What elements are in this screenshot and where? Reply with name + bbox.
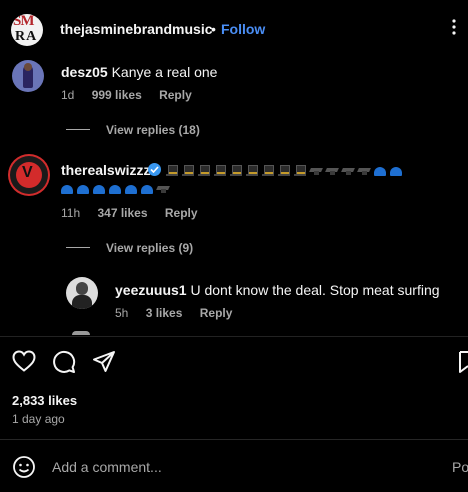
avatar-body bbox=[72, 295, 92, 309]
blue-cap-icon bbox=[109, 185, 121, 195]
view-replies-button[interactable]: View replies (18) bbox=[106, 123, 200, 137]
comment-likes[interactable]: 999 likes bbox=[92, 88, 142, 102]
commenter-avatar[interactable] bbox=[12, 60, 44, 92]
account-username[interactable]: thejasminebrandmusic bbox=[60, 21, 213, 37]
blue-cap-icon bbox=[374, 167, 386, 177]
graduation-cap-icon bbox=[157, 183, 169, 195]
reply-button[interactable]: Reply bbox=[159, 88, 192, 102]
blue-cap-icon bbox=[61, 185, 73, 195]
emoji-row bbox=[166, 163, 406, 177]
divider bbox=[0, 439, 468, 440]
graduation-cap-icon bbox=[326, 165, 338, 177]
thread-line bbox=[66, 129, 90, 130]
reply-button[interactable]: Reply bbox=[200, 306, 233, 320]
top-hat-icon bbox=[214, 164, 226, 177]
top-hat-icon bbox=[246, 164, 258, 177]
avatar-head bbox=[76, 282, 88, 295]
verified-badge-icon bbox=[148, 163, 161, 176]
reply-button[interactable]: Reply bbox=[165, 206, 198, 220]
replier-avatar[interactable] bbox=[66, 277, 98, 309]
reply-meta: 5h 3 likes Reply bbox=[115, 306, 246, 320]
thread-line bbox=[66, 247, 90, 248]
comment-input[interactable] bbox=[52, 458, 432, 476]
bookmark-icon[interactable] bbox=[458, 350, 468, 377]
comment-username[interactable]: therealswizzz bbox=[61, 162, 150, 178]
post-time: 1 day ago bbox=[12, 412, 65, 426]
graduation-cap-icon bbox=[310, 165, 322, 177]
logo-text-bottom: RA bbox=[15, 29, 38, 44]
logo-text-top: SM bbox=[13, 14, 34, 29]
blue-cap-icon bbox=[77, 185, 89, 195]
top-hat-icon bbox=[230, 164, 242, 177]
comment-meta: 1d 999 likes Reply bbox=[61, 88, 206, 102]
graduation-cap-icon bbox=[342, 165, 354, 177]
post-header: SM RA thejasminebrandmusic • Follow bbox=[0, 0, 468, 60]
share-icon[interactable] bbox=[92, 350, 116, 377]
next-avatar-partial bbox=[72, 331, 90, 335]
reply-body: yeezuuus1 U dont know the deal. Stop mea… bbox=[115, 282, 440, 298]
blue-cap-icon bbox=[125, 185, 137, 195]
comment-meta: 11h 347 likes Reply bbox=[61, 206, 212, 220]
reply-likes[interactable]: 3 likes bbox=[146, 306, 183, 320]
top-hat-icon bbox=[262, 164, 274, 177]
account-avatar[interactable]: SM RA bbox=[11, 14, 43, 46]
comment-time: 11h bbox=[61, 206, 81, 220]
top-hat-icon bbox=[166, 164, 178, 177]
commenter-avatar[interactable]: V bbox=[10, 156, 48, 194]
graduation-cap-icon bbox=[358, 165, 370, 177]
comment-likes[interactable]: 347 likes bbox=[97, 206, 147, 220]
top-hat-icon bbox=[198, 164, 210, 177]
blue-cap-icon bbox=[390, 167, 402, 177]
comment-body: desz05 Kanye a real one bbox=[61, 64, 217, 80]
reply-text: U dont know the deal. Stop meat surfing bbox=[190, 282, 440, 298]
top-hat-icon bbox=[182, 164, 194, 177]
reply-time: 5h bbox=[115, 306, 129, 320]
more-dots-icon[interactable] bbox=[452, 19, 456, 40]
emoji-row bbox=[61, 181, 173, 195]
comment-username[interactable]: desz05 bbox=[61, 64, 108, 80]
avatar-letter: V bbox=[22, 164, 33, 181]
avatar-head bbox=[24, 63, 32, 71]
follow-button[interactable]: Follow bbox=[221, 21, 265, 37]
comment-icon[interactable] bbox=[52, 350, 76, 377]
top-hat-icon bbox=[294, 164, 306, 177]
blue-cap-icon bbox=[141, 185, 153, 195]
blue-cap-icon bbox=[93, 185, 105, 195]
post-comment-button[interactable]: Po bbox=[452, 459, 468, 475]
reply-username[interactable]: yeezuuus1 bbox=[115, 282, 187, 298]
post-likes[interactable]: 2,833 likes bbox=[12, 393, 77, 408]
comment-text: Kanye a real one bbox=[111, 64, 218, 80]
emoji-picker-icon[interactable] bbox=[12, 455, 36, 482]
view-replies-button[interactable]: View replies (9) bbox=[106, 241, 193, 255]
divider bbox=[0, 336, 468, 337]
separator-dot: • bbox=[211, 21, 216, 37]
heart-icon[interactable] bbox=[12, 350, 36, 375]
top-hat-icon bbox=[278, 164, 290, 177]
comment-time: 1d bbox=[61, 88, 75, 102]
